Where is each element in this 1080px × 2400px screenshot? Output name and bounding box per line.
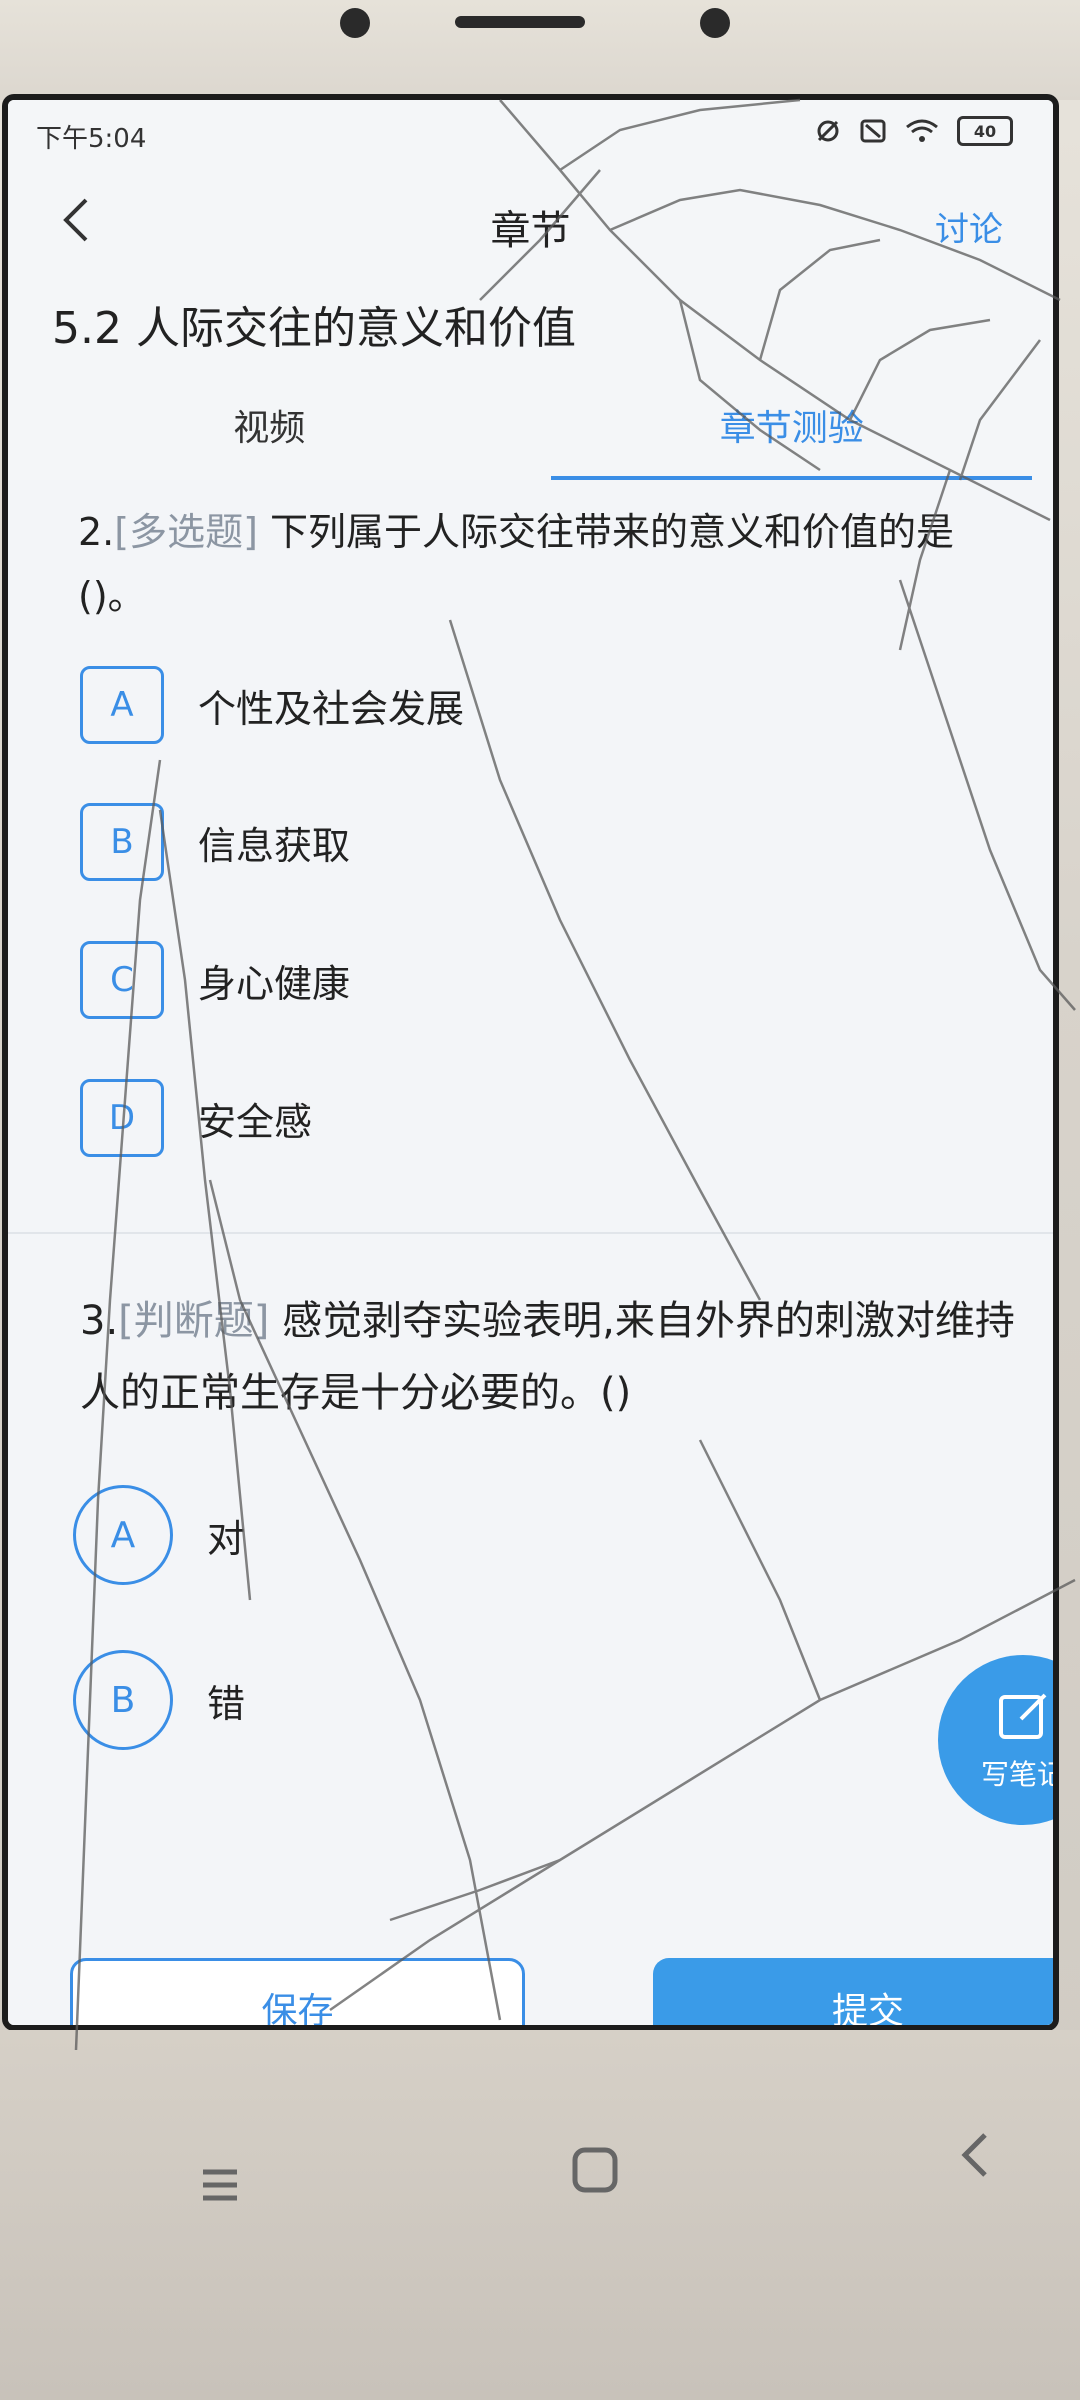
question-2: 2.[多选题] 下列属于人际交往带来的意义和价值的是()。 [78, 500, 1018, 628]
status-bar: 下午5:04 40 [8, 100, 1053, 170]
front-camera [340, 8, 370, 38]
q2-option-c-label: 身心健康 [198, 961, 351, 1006]
battery-level: 40 [973, 121, 997, 141]
home-key-icon[interactable] [565, 2140, 625, 2200]
phone-bottom-bezel [0, 2030, 1080, 2400]
q3-option-b[interactable]: B 错 [73, 1650, 973, 1750]
tab-chapter-quiz-label: 章节测验 [719, 408, 864, 449]
back-key-icon[interactable] [950, 2125, 1000, 2185]
chapter-title: 5.2 人际交往的意义和价值 [52, 303, 576, 354]
q2-option-d[interactable]: D 安全感 [80, 1078, 980, 1158]
q2-option-a[interactable]: A 个性及社会发展 [80, 665, 980, 745]
q2-option-c[interactable]: C 身心健康 [80, 940, 980, 1020]
write-note-label: 写笔记 [980, 1758, 1053, 1791]
wifi-icon [906, 119, 938, 142]
q3-option-a-label: 对 [207, 1516, 246, 1561]
discussion-button[interactable]: 讨论 [935, 202, 1003, 251]
save-button[interactable]: 保存 [70, 1958, 525, 2025]
status-icons: 40 [815, 116, 1013, 146]
q2-option-c-box[interactable]: C [80, 941, 164, 1019]
chapter-header: 5.2 人际交往的意义和价值 [8, 280, 1053, 370]
question-3: 3.[判断题] 感觉剥夺实验表明,来自外界的刺激对维持人的正常生存是十分必要的。… [80, 1285, 1030, 1429]
phone-screen: 下午5:04 40 章节 讨论 5.2 人际交往的意义和价值 视频 章节测验 2… [8, 100, 1053, 2025]
status-time: 下午5:04 [36, 124, 147, 154]
question-3-type: [判断题] [118, 1298, 270, 1344]
question-2-type: [多选题] [114, 510, 258, 554]
proximity-sensor [700, 8, 730, 38]
q3-option-a-circle[interactable]: A [73, 1485, 173, 1585]
q2-option-a-box[interactable]: A [80, 666, 164, 744]
submit-button[interactable]: 提交 [653, 1958, 1053, 2025]
phone-top-bezel [0, 0, 1080, 100]
q2-option-d-box[interactable]: D [80, 1079, 164, 1157]
tab-chapter-quiz[interactable]: 章节测验 [531, 370, 1054, 480]
earpiece-speaker [455, 16, 585, 28]
question-3-number: 3. [80, 1298, 119, 1344]
q2-option-a-label: 个性及社会发展 [198, 686, 465, 731]
q3-option-a[interactable]: A 对 [73, 1485, 973, 1585]
page-title: 章节 [490, 208, 571, 254]
battery-icon: 40 [957, 116, 1013, 146]
mute-icon [817, 120, 839, 142]
tab-bar: 视频 章节测验 [8, 370, 1053, 481]
q2-option-b-box[interactable]: B [80, 803, 164, 881]
quiz-content: 2.[多选题] 下列属于人际交往带来的意义和价值的是()。 A 个性及社会发展 … [8, 480, 1053, 2025]
edit-icon [999, 1693, 1047, 1739]
tab-video[interactable]: 视频 [8, 370, 531, 480]
tab-video-label: 视频 [233, 408, 306, 449]
menu-key-icon[interactable] [195, 2160, 245, 2210]
q2-option-d-label: 安全感 [198, 1099, 313, 1144]
q3-option-b-circle[interactable]: B [73, 1650, 173, 1750]
sim-icon [860, 119, 886, 143]
question-divider [8, 1232, 1053, 1234]
nav-bar: 章节 讨论 [8, 170, 1053, 280]
q3-option-b-label: 错 [207, 1681, 246, 1726]
q2-option-b[interactable]: B 信息获取 [80, 802, 980, 882]
question-2-number: 2. [78, 510, 115, 554]
q2-option-b-label: 信息获取 [198, 823, 351, 868]
